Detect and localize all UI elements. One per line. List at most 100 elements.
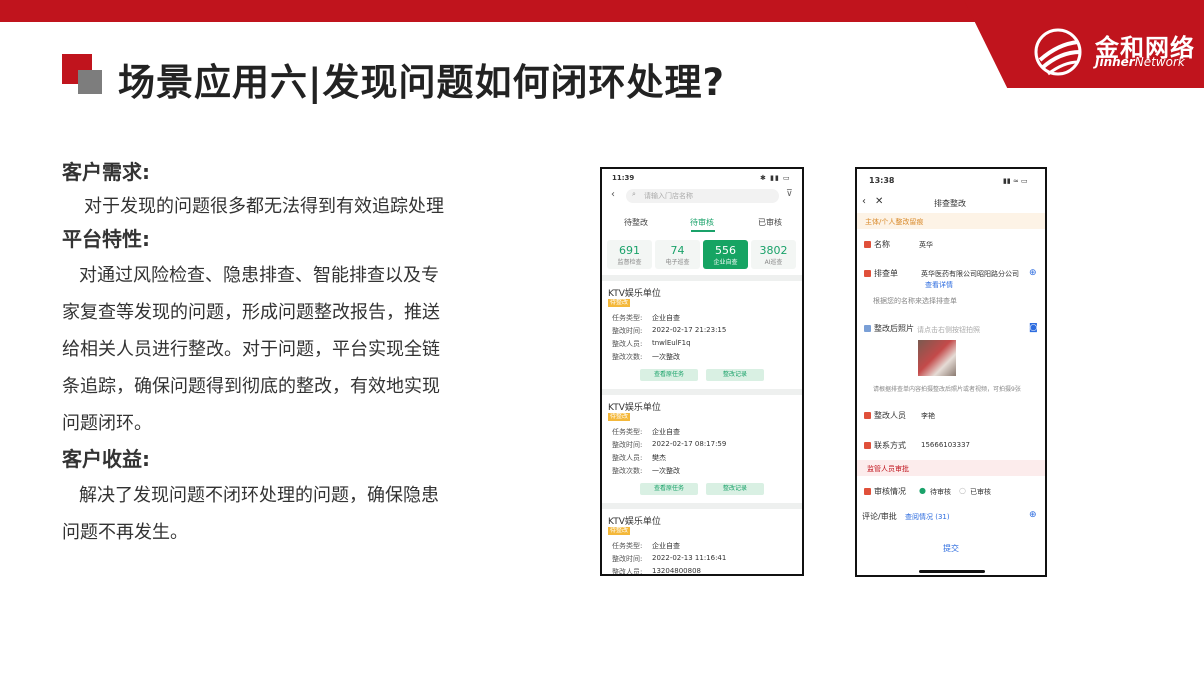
fix-records-button[interactable]: 整改记录	[706, 369, 764, 381]
person-value: 李艳	[921, 412, 935, 420]
section-heading-demand: 客户需求:	[62, 160, 150, 184]
field-label: 整改时间:	[612, 441, 643, 449]
fix-records-button[interactable]: 整改记录	[706, 483, 764, 495]
brand-name-en: JinherNetwork	[1095, 55, 1185, 69]
phone-screenshot-task-list: 11:39 ✱ ▮▮ ▭ ‹ ⌕ 请输入门店名称 ⊽ 待整改 待审核 已审核 6…	[600, 167, 804, 576]
tab-underline	[691, 230, 715, 232]
name-value: 英华	[919, 241, 933, 249]
status-icons: ▮▮ ≈ ▭	[1003, 177, 1028, 185]
status-badge: 待整改	[608, 299, 631, 307]
sheet-hint: 根据您的名称来选择排查单	[873, 297, 957, 305]
back-chevron-icon[interactable]: ‹	[611, 189, 615, 200]
person-label: 整改人员	[874, 411, 906, 420]
photo-hint: 请根据排查单内容拍摄整改后照片或者视频，可拍摄9张	[873, 386, 1021, 393]
camera-icon[interactable]: ◙	[1029, 323, 1038, 333]
section-line: 解决了发现问题不闭环处理的问题，确保隐患	[79, 485, 439, 506]
status-badge: 待整改	[608, 527, 631, 535]
field-value: 13204800808	[652, 567, 701, 575]
comment-link[interactable]: 查阅情况 (31)	[905, 512, 950, 522]
field-label: 任务类型:	[612, 428, 643, 436]
sheet-value: 英华医药有限公司昭阳路分公司	[921, 270, 1019, 278]
sheet-label: 排查单	[874, 269, 898, 278]
field-value: 2022-02-13 11:16:41	[652, 554, 727, 562]
search-icon: ⌕	[632, 190, 636, 198]
view-original-task-button[interactable]: 查看原任务	[640, 483, 698, 495]
field-label: 任务类型:	[612, 314, 643, 322]
divider	[602, 389, 802, 395]
radio-unchecked-icon[interactable]: ○	[959, 486, 966, 495]
field-label: 整改次数:	[612, 467, 643, 475]
section-line: 家复查等发现的问题，形成问题整改报告，推送	[62, 302, 440, 323]
phone-screenshot-fix-form: 13:38 ▮▮ ≈ ▭ ‹ ✕ 排查整改 主体/个人整改留痕 名称 英华 排查…	[855, 167, 1047, 577]
sheet-icon	[864, 270, 871, 277]
name-label: 名称	[874, 240, 890, 249]
field-label: 任务类型:	[612, 542, 643, 550]
field-label: 整改次数:	[612, 353, 643, 361]
divider	[602, 503, 802, 509]
radio-checked-icon[interactable]: ●	[919, 486, 926, 495]
search-input[interactable]: ⌕ 请输入门店名称	[626, 189, 779, 203]
tab-pending-fix[interactable]: 待整改	[624, 217, 648, 228]
back-chevron-icon[interactable]: ‹	[862, 196, 866, 207]
field-value: 一次整改	[652, 467, 680, 475]
section-line: 对通过风险检查、隐患排查、智能排查以及专	[79, 265, 439, 286]
field-value: 企业自查	[652, 542, 680, 550]
photo-icon	[864, 325, 871, 332]
subtitle-bar: 主体/个人整改留痕	[857, 213, 1045, 229]
review-label: 审核情况	[874, 487, 906, 496]
review-option-pending[interactable]: 待审核	[930, 487, 951, 497]
screen-header: 排查整改	[934, 199, 966, 208]
field-value: 2022-02-17 08:17:59	[652, 440, 727, 448]
status-time: 13:38	[869, 176, 895, 185]
field-value: 一次整改	[652, 353, 680, 361]
phone-icon	[864, 442, 871, 449]
card-title: KTV娱乐单位	[608, 289, 661, 299]
contact-value: 15666103337	[921, 441, 970, 449]
filter-icon[interactable]: ⊽	[786, 189, 793, 199]
home-indicator	[919, 570, 985, 573]
photo-placeholder: 请点击右侧按钮拍照	[917, 326, 980, 334]
contact-label: 联系方式	[874, 441, 906, 450]
section-heading-benefits: 客户收益:	[62, 447, 150, 471]
add-comment-icon[interactable]: ⊕	[1029, 510, 1037, 520]
field-value: 企业自查	[652, 428, 680, 436]
status-time: 11:39	[612, 174, 635, 182]
review-icon	[864, 488, 871, 495]
search-placeholder: 请输入门店名称	[644, 192, 693, 200]
supervisor-label: 监管人员审批	[867, 465, 909, 473]
comment-label: 评论/审批	[862, 512, 897, 521]
field-label: 整改人员:	[612, 568, 643, 576]
photo-label: 整改后照片	[874, 324, 914, 333]
close-icon[interactable]: ✕	[875, 196, 883, 207]
person-icon	[864, 412, 871, 419]
stat-electronic[interactable]: 74 电子巡查	[655, 240, 700, 269]
review-option-done[interactable]: 已审核	[970, 487, 991, 497]
view-original-task-button[interactable]: 查看原任务	[640, 369, 698, 381]
field-value: 2022-02-17 21:23:15	[652, 326, 727, 334]
status-badge: 待整改	[608, 413, 631, 421]
field-value: 企业自查	[652, 314, 680, 322]
field-value: tnwlEulF1q	[652, 339, 691, 347]
add-icon[interactable]: ⊕	[1029, 268, 1037, 278]
field-label: 整改人员:	[612, 454, 643, 462]
tab-reviewed[interactable]: 已审核	[758, 217, 782, 228]
tab-pending-review[interactable]: 待审核	[690, 217, 714, 228]
section-line: 条追踪，确保问题得到彻底的整改，有效地实现	[62, 376, 440, 397]
field-label: 整改时间:	[612, 555, 643, 563]
stat-supervision[interactable]: 691 监督检查	[607, 240, 652, 269]
text-content: 客户需求: 对于发现的问题很多都无法得到有效追踪处理 平台特性: 对通过风险检查…	[62, 158, 502, 551]
card-title: KTV娱乐单位	[608, 403, 661, 413]
stat-self-check[interactable]: 556 企业自查	[703, 240, 748, 269]
title-decoration-gray	[78, 70, 102, 94]
submit-button[interactable]: 提交	[943, 543, 959, 554]
globe-logo-icon	[1034, 28, 1082, 76]
section-heading-features: 平台特性:	[62, 227, 150, 251]
section-line: 问题不再发生。	[62, 522, 188, 543]
status-icons: ✱ ▮▮ ▭	[760, 174, 791, 182]
divider	[602, 275, 802, 281]
field-label: 整改人员:	[612, 340, 643, 348]
subtitle: 主体/个人整改留痕	[865, 218, 924, 226]
uploaded-photo[interactable]	[918, 340, 956, 376]
stat-ai[interactable]: 3802 AI巡查	[751, 240, 796, 269]
view-details-link[interactable]: 查看详情	[925, 280, 953, 290]
